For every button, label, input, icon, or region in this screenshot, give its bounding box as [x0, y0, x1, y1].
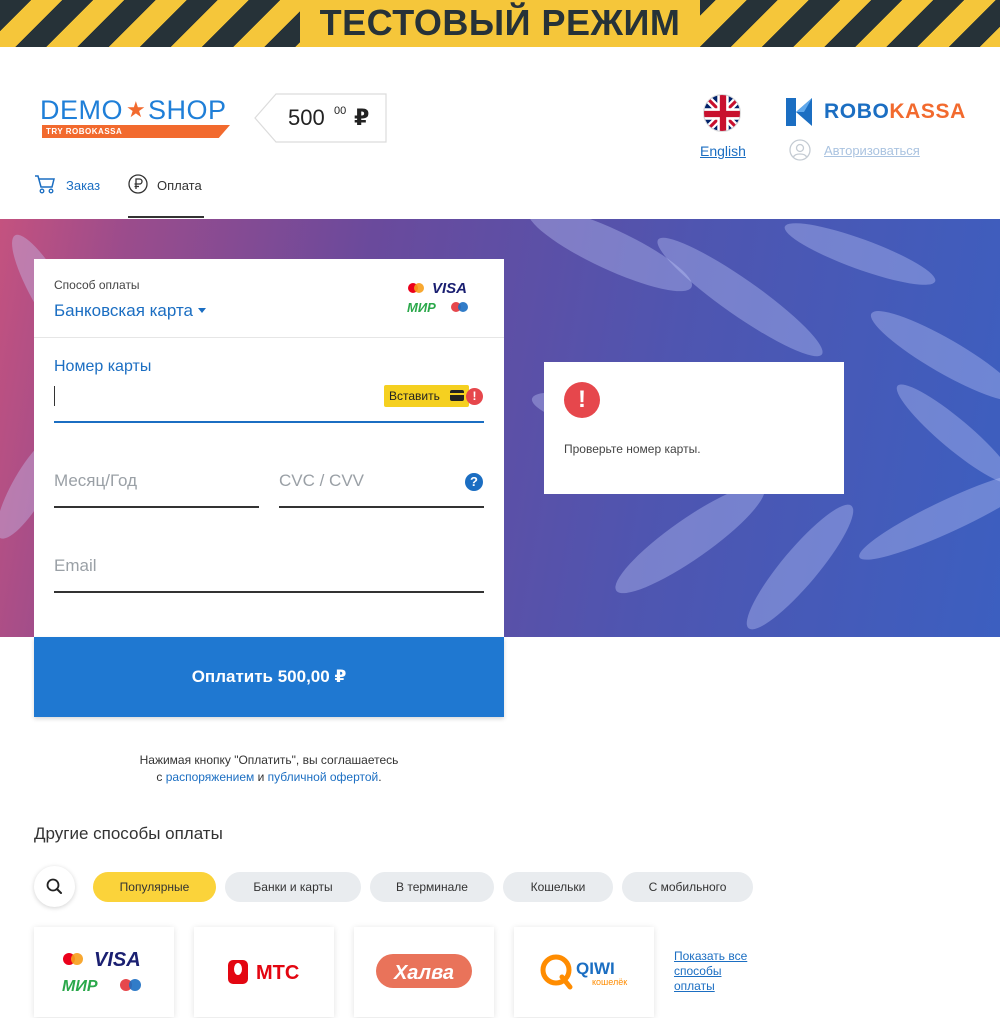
filter-popular[interactable]: Популярные: [93, 872, 216, 902]
ruble-icon: [128, 174, 148, 194]
language-link[interactable]: English: [700, 143, 746, 159]
mts-logo-icon: МТС: [228, 960, 299, 984]
expiry-input[interactable]: Месяц/Год: [54, 471, 137, 491]
pay-button[interactable]: Оплатить 500,00 ₽: [34, 637, 504, 717]
svg-text:МТС: МТС: [256, 962, 299, 984]
error-icon: !: [466, 388, 483, 405]
terms-text: Нажимая кнопку "Оплатить", вы соглашаете…: [139, 753, 399, 784]
svg-text:VISA: VISA: [94, 949, 141, 971]
method-tile-cards[interactable]: VISA МИР: [34, 927, 174, 1017]
filter-mobile[interactable]: С мобильного: [622, 872, 753, 902]
robokassa-logo[interactable]: ROBOKASSA: [786, 97, 966, 127]
test-mode-text: ТЕСТОВЫЙ РЕЖИМ: [319, 2, 681, 43]
test-mode-banner: ТЕСТОВЫЙ РЕЖИМ: [0, 0, 1000, 47]
qiwi-logo-icon: QIWI кошелёк: [540, 954, 627, 990]
user-icon: [789, 139, 811, 161]
method-tile-qiwi[interactable]: QIWI кошелёк: [514, 927, 654, 1017]
payment-form: Способ оплаты Банковская карта VISA МИР …: [34, 259, 504, 637]
cart-icon: [35, 175, 55, 194]
filter-banks-cards[interactable]: Банки и карты: [225, 872, 361, 902]
search-button[interactable]: [34, 866, 75, 907]
svg-text:VISA: VISA: [432, 280, 467, 297]
tab-order[interactable]: Заказ: [34, 173, 114, 219]
email-input[interactable]: Email: [54, 556, 97, 576]
card-brands-icon: VISA МИР: [407, 280, 468, 315]
svg-text:кошелёк: кошелёк: [592, 977, 627, 987]
error-icon: !: [564, 382, 600, 418]
other-methods-title: Другие способы оплаты: [34, 824, 223, 843]
uk-flag-icon: [703, 94, 741, 132]
payment-method-select[interactable]: Банковская карта: [54, 301, 207, 321]
star-icon: ★: [126, 97, 146, 122]
svg-text:МИР: МИР: [407, 300, 436, 315]
active-tab-indicator: [128, 216, 204, 218]
card-icon: [450, 390, 464, 401]
search-icon: [46, 878, 62, 894]
error-message: Проверьте номер карты.: [564, 442, 701, 456]
card-number-input[interactable]: [54, 386, 55, 406]
halva-logo-icon: Халва: [376, 954, 472, 988]
robokassa-mark-icon: [786, 98, 812, 126]
terms-link-offer[interactable]: публичной офертой: [268, 770, 379, 784]
help-icon[interactable]: ?: [465, 473, 483, 491]
payment-method-label: Способ оплаты: [54, 278, 140, 292]
filter-terminal[interactable]: В терминале: [370, 872, 494, 902]
card-number-label: Номер карты: [54, 358, 152, 375]
filter-wallets[interactable]: Кошельки: [503, 872, 613, 902]
svg-text:МИР: МИР: [62, 978, 98, 995]
show-all-methods-link[interactable]: Показать все способы оплаты: [674, 949, 764, 994]
order-amount: 500 00 ₽: [254, 93, 388, 143]
paste-button[interactable]: Вставить: [384, 385, 469, 407]
cvc-input[interactable]: CVC / CVV: [279, 471, 364, 491]
logo-tagline: TRY ROBOKASSA: [42, 125, 230, 138]
chevron-down-icon: [198, 308, 207, 313]
svg-text:Халва: Халва: [393, 962, 454, 984]
terms-link-order[interactable]: распоряжением: [166, 770, 255, 784]
demo-shop-logo[interactable]: DEMO ★ SHOP TRY ROBOKASSA: [40, 96, 235, 140]
tab-payment[interactable]: Оплата: [128, 173, 206, 219]
login-link[interactable]: Авторизоваться: [789, 139, 949, 163]
method-tile-halva[interactable]: Халва: [354, 927, 494, 1017]
card-brands-icon: VISA МИР: [62, 949, 141, 995]
svg-text:QIWI: QIWI: [576, 959, 615, 978]
method-tile-mts[interactable]: МТС: [194, 927, 334, 1017]
error-panel: ! Проверьте номер карты.: [544, 362, 844, 494]
